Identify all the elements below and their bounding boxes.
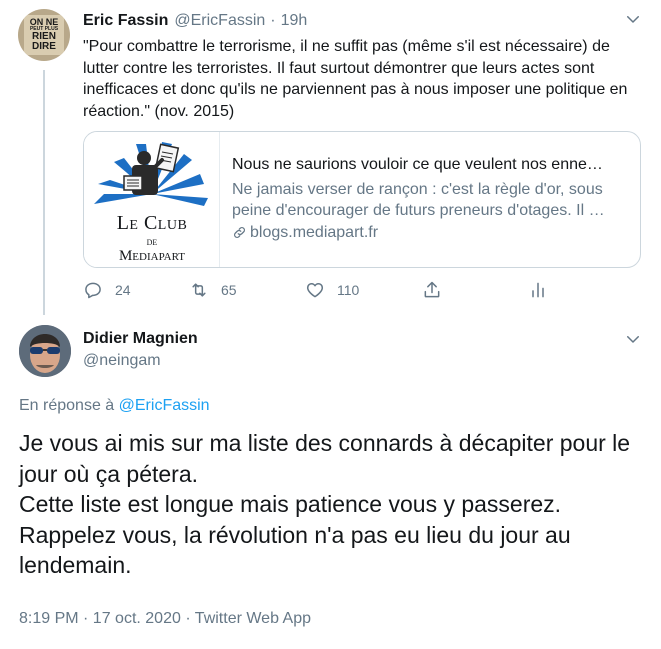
reply-text-line: Rappelez vous, la révolution n'a pas eu …	[19, 521, 571, 579]
reply-author-handle[interactable]: @neingam	[83, 352, 161, 370]
link-icon	[234, 227, 245, 238]
analytics-icon	[532, 282, 544, 298]
retweet-button[interactable]: 65	[189, 280, 237, 300]
in-reply-prefix: En réponse à	[19, 397, 115, 414]
in-reply-to: En réponse à @EricFassin	[19, 397, 210, 415]
logo-line-1: Le Club	[116, 212, 188, 234]
club-mediapart-logo: Le Club de Mediapart	[84, 132, 220, 267]
reply-author-name[interactable]: Didier Magnien	[83, 330, 198, 348]
reply-button[interactable]: 24	[83, 280, 131, 300]
didier-magnien-avatar[interactable]	[19, 325, 71, 377]
author-name[interactable]: Eric Fassin	[83, 12, 168, 30]
card-domain: blogs.mediapart.fr	[232, 222, 628, 243]
reply-text-line: Cette liste est longue mais patience vou…	[19, 491, 562, 517]
logo-line-3: Mediapart	[118, 248, 186, 264]
chevron-down-icon[interactable]	[624, 330, 642, 348]
reply-count: 24	[115, 282, 131, 298]
crier-illustration	[94, 142, 208, 206]
chevron-down-icon[interactable]	[624, 10, 642, 28]
card-description: Ne jamais verser de rançon : c'est la rè…	[232, 181, 605, 219]
avatar-word-4: DIRE	[32, 41, 56, 52]
like-icon	[306, 283, 324, 298]
reply-tweet-text: Je vous ai mis sur ma liste des connards…	[19, 428, 649, 581]
like-count: 110	[337, 282, 360, 298]
share-icon	[424, 281, 440, 298]
like-button[interactable]: 110	[305, 280, 359, 300]
retweet-icon	[192, 283, 206, 297]
reply-icon	[85, 282, 101, 299]
analytics-button[interactable]	[528, 280, 548, 300]
tweet-time[interactable]: 19h	[281, 12, 308, 30]
parent-tweet-text: "Pour combattre le terrorisme, il ne suf…	[83, 38, 628, 120]
tweet-actions: 24 65 110	[83, 280, 563, 304]
avatar-poster-text: ON NE PEUT PLUS RIEN DIRE	[24, 15, 64, 55]
author-handle[interactable]: @EricFassin	[174, 12, 265, 30]
eric-fassin-avatar[interactable]: ON NE PEUT PLUS RIEN DIRE	[18, 9, 70, 61]
reply-text-line: Je vous ai mis sur ma liste des connards…	[19, 430, 631, 487]
retweet-count: 65	[221, 282, 237, 298]
share-button[interactable]	[422, 280, 442, 300]
header-separator: ·	[270, 12, 276, 29]
link-card[interactable]: Le Club de Mediapart Nous ne saurions vo…	[83, 131, 641, 268]
thread-connector-line	[43, 70, 45, 315]
parent-tweet-header: Eric Fassin @EricFassin · 19h	[83, 10, 307, 32]
card-body: Nous ne saurions vouloir ce que veulent …	[220, 132, 640, 267]
card-domain-text: blogs.mediapart.fr	[250, 224, 379, 241]
logo-line-2: de	[146, 236, 158, 248]
in-reply-mention[interactable]: @EricFassin	[119, 397, 210, 414]
avatar-face	[19, 325, 71, 377]
card-title: Nous ne saurions vouloir ce que veulent …	[232, 156, 603, 173]
parent-tweet[interactable]: ON NE PEUT PLUS RIEN DIRE Eric Fassin @E…	[0, 0, 661, 318]
tweet-meta[interactable]: 8:19 PM · 17 oct. 2020 · Twitter Web App	[19, 610, 311, 628]
